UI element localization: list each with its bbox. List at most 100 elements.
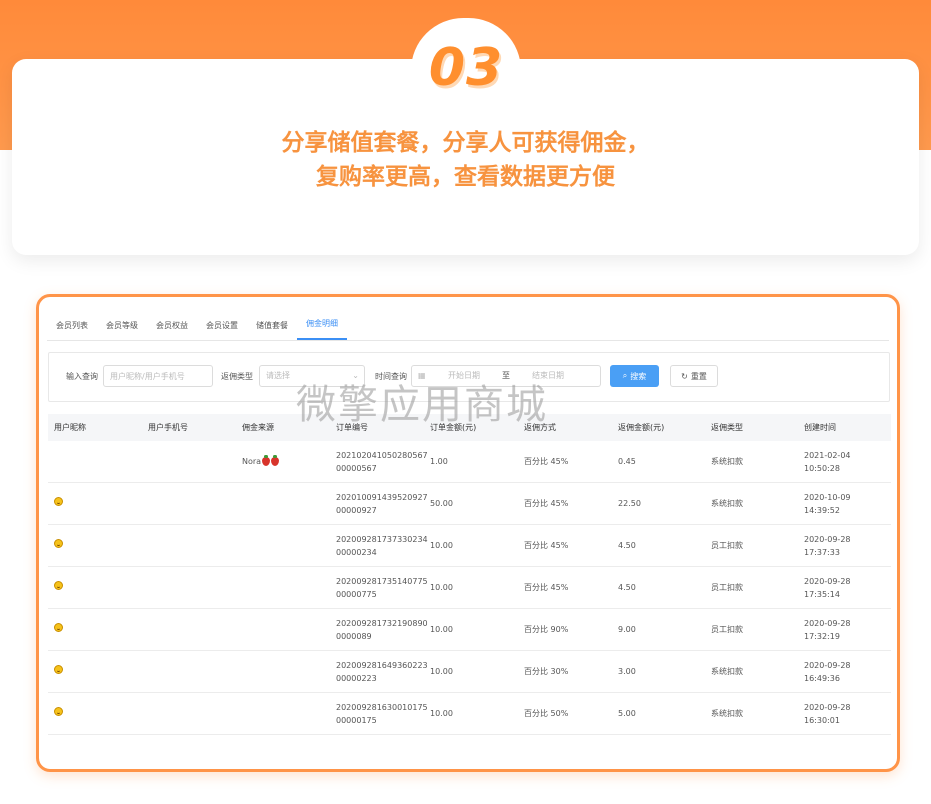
search-button-label: 搜索 [630, 371, 647, 381]
column-header[interactable]: 创建时间 [798, 421, 891, 434]
commission-method-cell: 百分比 30% [524, 667, 569, 676]
query-label: 输入查询 [66, 372, 98, 381]
smiley-emoji-icon [54, 539, 63, 548]
order-number-line-1: 202009281737330234 [336, 534, 428, 544]
commission-amount-cell: 3.00 [618, 667, 636, 676]
tab-bar: 会员列表 会员等级 会员权益 会员设置 储值套餐 佣金明细 [47, 297, 889, 341]
order-number-cell: 202102041050280567 00000567 [330, 449, 428, 475]
order-amount-cell: 10.00 [430, 583, 453, 592]
order-number-line-2: 0000089 [336, 631, 372, 641]
banner-headline: 分享储值套餐，分享人可获得佣金， 复购率更高，查看数据更方便 [12, 126, 919, 194]
created-date: 2020-09-28 [804, 576, 851, 586]
order-amount-cell: 10.00 [430, 667, 453, 676]
created-time-cell: 2020-09-28 17:35:14 [798, 575, 891, 601]
order-number-cell: 202010091439520927 00000927 [330, 491, 428, 517]
created-time: 16:30:01 [804, 715, 840, 725]
order-amount-cell: 10.00 [430, 625, 453, 634]
headline-line-2: 复购率更高，查看数据更方便 [316, 164, 615, 190]
order-amount-cell: 10.00 [430, 709, 453, 718]
table-row[interactable]: 202009281737330234 00000234 10.00 百分比 45% 4.… [48, 525, 891, 567]
search-input[interactable] [103, 365, 213, 387]
commission-type-cell: 系统扣款 [711, 709, 743, 718]
headline-line-1: 分享储值套餐，分享人可获得佣金， [281, 130, 650, 156]
column-header[interactable]: 用户手机号 [142, 421, 236, 434]
commission-type-cell: 系统扣款 [711, 499, 743, 508]
commission-method-cell: 百分比 50% [524, 709, 569, 718]
created-date: 2021-02-04 [804, 450, 851, 460]
commission-table: 用户昵称 用户手机号 佣金来源 订单编号 订单金额(元) 返佣方式 返佣金额(元) 返佣类型创… [48, 414, 891, 735]
type-select-placeholder: 请选择 [266, 371, 290, 380]
created-time-cell: 2020-09-28 16:30:01 [798, 701, 891, 727]
order-number-cell: 202009281735140775 00000775 [330, 575, 428, 601]
table-row[interactable]: 202009281630010175 00000175 10.00 百分比 50% 5.… [48, 693, 891, 735]
tab-2[interactable]: 会员权益 [147, 312, 197, 340]
table-row[interactable]: 202009281732190890 0000089 10.00 百分比 90% 9.0… [48, 609, 891, 651]
created-date: 2020-09-28 [804, 660, 851, 670]
table-row[interactable]: 202009281649360223 00000223 10.00 百分比 30% 3.… [48, 651, 891, 693]
commission-amount-cell: 22.50 [618, 499, 641, 508]
nickname-cell [48, 539, 142, 552]
table-row[interactable]: Nora 202102041050280567 00000567 1.00 百分比 45… [48, 441, 891, 483]
table-row[interactable]: 202009281735140775 00000775 10.00 百分比 45% 4.… [48, 567, 891, 609]
order-number-line-1: 202009281735140775 [336, 576, 428, 586]
commission-type-cell: 员工扣款 [711, 541, 743, 550]
tab-3[interactable]: 会员设置 [197, 312, 247, 340]
order-number-line-2: 00000567 [336, 463, 377, 473]
table-row[interactable]: 202010091439520927 00000927 50.00 百分比 45% 22… [48, 483, 891, 525]
step-number: 03 [428, 38, 504, 98]
table-body: Nora 202102041050280567 00000567 1.00 百分比 45… [48, 441, 891, 735]
created-date: 2020-10-09 [804, 492, 851, 502]
refresh-icon: ↻ [681, 371, 688, 381]
created-time-cell: 2020-09-28 17:32:19 [798, 617, 891, 643]
commission-type-cell: 系统扣款 [711, 667, 743, 676]
nickname-cell [48, 497, 142, 510]
tab-4[interactable]: 储值套餐 [247, 312, 297, 340]
reset-button[interactable]: ↻ 重置 [670, 365, 718, 387]
created-time: 10:50:28 [804, 463, 840, 473]
created-time: 14:39:52 [804, 505, 840, 515]
order-number-line-2: 00000223 [336, 673, 377, 683]
order-number-line-1: 202009281630010175 [336, 702, 428, 712]
created-time-cell: 2021-02-04 10:50:28 [798, 449, 891, 475]
created-time-cell: 2020-10-09 14:39:52 [798, 491, 891, 517]
source-cell: Nora [236, 455, 330, 468]
search-button[interactable]: ⌕ 搜索 [610, 365, 659, 387]
tab-1[interactable]: 会员等级 [97, 312, 147, 340]
created-time-cell: 2020-09-28 17:37:33 [798, 533, 891, 559]
nickname-cell [48, 581, 142, 594]
column-header[interactable]: 返佣金额(元) [612, 421, 705, 434]
smiley-emoji-icon [54, 665, 63, 674]
column-header[interactable]: 用户昵称 [48, 421, 142, 434]
step-badge: 03 [411, 18, 521, 118]
order-number-cell: 202009281630010175 00000175 [330, 701, 428, 727]
commission-type-cell: 系统扣款 [711, 457, 743, 466]
commission-amount-cell: 4.50 [618, 541, 636, 550]
strawberry-icon [271, 455, 280, 466]
smiley-emoji-icon [54, 623, 63, 632]
order-number-line-2: 00000927 [336, 505, 377, 515]
order-amount-cell: 10.00 [430, 541, 453, 550]
app-screenshot-frame: 会员列表会员等级会员权益会员设置储值套餐佣金明细 输入查询 返佣类型 请选择 ⌄… [36, 294, 900, 772]
commission-type-cell: 员工扣款 [711, 583, 743, 592]
order-number-line-1: 202010091439520927 [336, 492, 428, 502]
reset-button-label: 重置 [690, 371, 707, 381]
tab-0[interactable]: 会员列表 [47, 312, 97, 340]
nickname-cell [48, 665, 142, 678]
nickname-cell [48, 623, 142, 636]
commission-method-cell: 百分比 45% [524, 457, 569, 466]
order-number-line-2: 00000175 [336, 715, 377, 725]
created-time: 17:37:33 [804, 547, 840, 557]
commission-amount-cell: 9.00 [618, 625, 636, 634]
created-time-cell: 2020-09-28 16:49:36 [798, 659, 891, 685]
order-number-line-2: 00000775 [336, 589, 377, 599]
smiley-emoji-icon [54, 581, 63, 590]
commission-type-cell: 员工扣款 [711, 625, 743, 634]
order-amount-cell: 50.00 [430, 499, 453, 508]
strawberry-icon [262, 455, 271, 466]
commission-amount-cell: 4.50 [618, 583, 636, 592]
commission-amount-cell: 0.45 [618, 457, 636, 466]
column-header[interactable]: 返佣类型 [705, 421, 798, 434]
tab-5[interactable]: 佣金明细 [297, 310, 347, 340]
created-date: 2020-09-28 [804, 534, 851, 544]
order-number-line-2: 00000234 [336, 547, 377, 557]
